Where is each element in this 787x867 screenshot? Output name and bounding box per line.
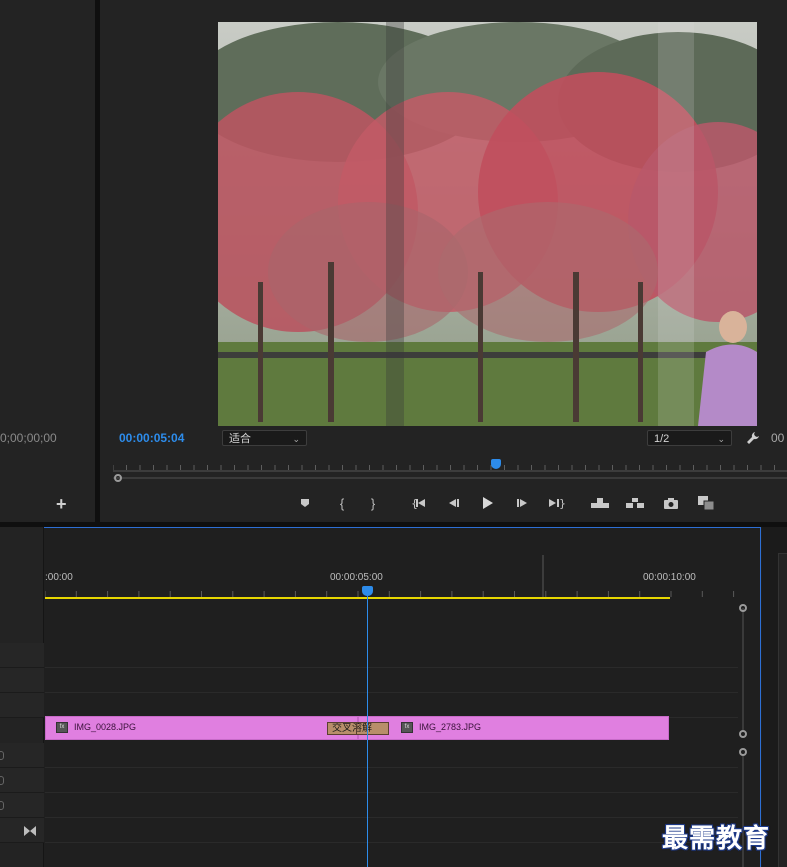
zoom-dropdown-label: 适合 — [229, 433, 251, 445]
go-to-out-icon[interactable]: } — [548, 494, 566, 512]
clip-name: IMG_2783.JPG — [419, 722, 482, 732]
track-header-a1[interactable] — [0, 743, 44, 768]
button-editor-icon[interactable] — [697, 494, 715, 512]
track-header-v1[interactable] — [0, 693, 44, 718]
track-header-a3[interactable] — [0, 793, 44, 818]
program-timecode[interactable]: 00:00:05:04 — [119, 431, 184, 445]
program-end-timecode: 00 — [771, 431, 785, 445]
program-zoom-scrollbar[interactable] — [113, 474, 787, 482]
master-bowtie-icon[interactable] — [24, 823, 36, 841]
mic-icon[interactable] — [0, 751, 4, 760]
resolution-dropdown[interactable]: 1/2 ⌄ — [647, 430, 732, 446]
watermark: 最需教育 — [662, 824, 771, 854]
add-marker-icon[interactable] — [296, 494, 314, 512]
zoom-handle-left[interactable] — [114, 474, 122, 482]
scroll-handle-top[interactable] — [739, 604, 747, 612]
track-header-v2[interactable] — [0, 668, 44, 693]
track-a2[interactable] — [45, 768, 738, 793]
scroll-handle-bottom[interactable] — [739, 730, 747, 738]
clip-name: IMG_0028.JPG — [74, 722, 137, 732]
track-a1[interactable] — [45, 743, 738, 768]
clip-img-0028[interactable]: fx IMG_0028.JPG — [45, 716, 358, 740]
chevron-down-icon: ⌄ — [717, 434, 725, 444]
step-back-icon[interactable] — [444, 494, 462, 512]
work-area-bar[interactable] — [45, 597, 670, 599]
video-tracks-scrollbar[interactable] — [738, 600, 748, 740]
program-playhead-marker[interactable] — [491, 459, 501, 469]
track-a3[interactable] — [45, 793, 738, 818]
mark-out-icon[interactable]: } — [364, 494, 382, 512]
clip-img-2783[interactable]: fx IMG_2783.JPG — [358, 716, 669, 740]
transition-cross-dissolve[interactable]: 交叉溶解 — [327, 722, 389, 735]
resolution-dropdown-label: 1/2 — [654, 433, 670, 445]
mic-icon[interactable] — [0, 801, 4, 810]
track-header-a2[interactable] — [0, 768, 44, 793]
go-to-in-icon[interactable]: { — [410, 494, 428, 512]
zoom-dropdown[interactable]: 适合 ⌄ — [222, 430, 307, 446]
timeline-ruler[interactable]: :00:00 00:00:05:00 00:00:10:00 — [45, 555, 738, 599]
step-forward-icon[interactable] — [514, 494, 532, 512]
transition-label: 交叉溶解 — [332, 723, 372, 734]
transition-center-line — [356, 722, 357, 735]
track-master[interactable] — [45, 818, 738, 843]
timeline-playhead-line[interactable] — [367, 593, 368, 867]
svg-text:}: } — [559, 497, 565, 509]
camera-icon[interactable] — [662, 494, 680, 512]
source-timecode[interactable]: 0;00;00;00 — [0, 431, 57, 445]
fx-badge: fx — [401, 722, 413, 734]
video-frame — [218, 22, 757, 426]
play-icon[interactable] — [479, 494, 497, 512]
program-mini-ruler[interactable] — [112, 458, 787, 472]
add-button[interactable]: + — [56, 494, 67, 515]
wrench-icon[interactable] — [744, 429, 762, 447]
chevron-down-icon: ⌄ — [292, 434, 300, 444]
video-image — [218, 22, 757, 426]
track-header-master[interactable] — [0, 818, 44, 843]
timeline-playhead-head[interactable] — [362, 586, 373, 596]
mic-icon[interactable] — [0, 776, 4, 785]
adjacent-panel-edge — [778, 553, 787, 867]
lift-icon[interactable] — [591, 494, 609, 512]
fx-badge: fx — [56, 722, 68, 734]
scroll-handle-top[interactable] — [739, 748, 747, 756]
track-v2[interactable] — [45, 668, 738, 693]
track-v1[interactable] — [45, 693, 738, 718]
mark-in-icon[interactable]: { — [333, 494, 351, 512]
extract-icon[interactable] — [626, 494, 644, 512]
track-header-v3[interactable] — [0, 643, 44, 668]
track-v3[interactable] — [45, 643, 738, 668]
